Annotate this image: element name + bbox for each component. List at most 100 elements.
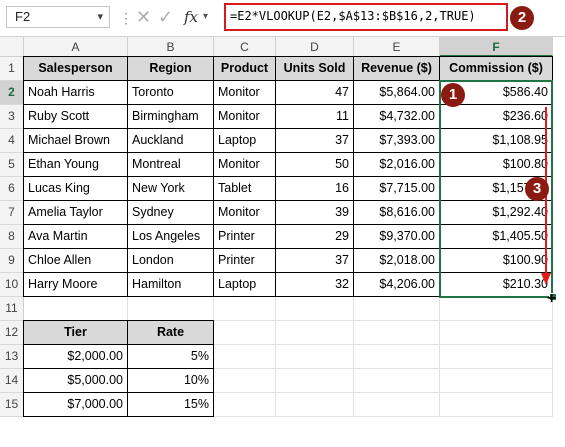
table-cell[interactable]: 29	[275, 224, 354, 249]
table-cell[interactable]: Auckland	[127, 128, 214, 153]
row-header-10[interactable]: 10	[0, 273, 24, 297]
empty-cell[interactable]	[440, 369, 553, 393]
column-header-b[interactable]: B	[128, 37, 214, 57]
table-cell[interactable]: Montreal	[127, 152, 214, 177]
empty-cell[interactable]	[214, 297, 276, 321]
table-cell[interactable]: 15%	[127, 392, 214, 417]
table-cell[interactable]: Ava Martin	[23, 224, 128, 249]
table-cell[interactable]: $210.30	[439, 272, 553, 297]
table-cell[interactable]: 16	[275, 176, 354, 201]
table-cell[interactable]: Tablet	[213, 176, 276, 201]
row-header-5[interactable]: 5	[0, 153, 24, 177]
chevron-down-icon[interactable]: ▾	[97, 7, 103, 27]
row-header-12[interactable]: 12	[0, 321, 24, 345]
formula-input[interactable]: =E2*VLOOKUP(E2,$A$13:$B$16,2,TRUE)	[224, 3, 508, 31]
table-cell[interactable]: 32	[275, 272, 354, 297]
empty-cell[interactable]	[354, 321, 440, 345]
table-cell[interactable]: Los Angeles	[127, 224, 214, 249]
table-header-cell[interactable]: Region	[127, 56, 214, 81]
empty-cell[interactable]	[214, 321, 276, 345]
row-header-2[interactable]: 2	[0, 81, 24, 105]
table-header-cell[interactable]: Salesperson	[23, 56, 128, 81]
table-cell[interactable]: $2,016.00	[353, 152, 440, 177]
table-header-cell[interactable]: Units Sold	[275, 56, 354, 81]
empty-cell[interactable]	[276, 369, 354, 393]
table-cell[interactable]: Laptop	[213, 128, 276, 153]
empty-cell[interactable]	[354, 297, 440, 321]
empty-cell[interactable]	[276, 345, 354, 369]
table-cell[interactable]: Birmingham	[127, 104, 214, 129]
column-header-a[interactable]: A	[24, 37, 128, 57]
empty-cell[interactable]	[214, 345, 276, 369]
table-cell[interactable]: Noah Harris	[23, 80, 128, 105]
table-cell[interactable]: 47	[275, 80, 354, 105]
table-cell[interactable]: Lucas King	[23, 176, 128, 201]
empty-cell[interactable]	[214, 393, 276, 417]
table-header-cell[interactable]: Revenue ($)	[353, 56, 440, 81]
table-header-cell[interactable]: Commission ($)	[439, 56, 553, 81]
empty-cell[interactable]	[276, 297, 354, 321]
empty-cell[interactable]	[354, 369, 440, 393]
table-cell[interactable]: $1,108.95	[439, 128, 553, 153]
name-box[interactable]: F2 ▾	[6, 6, 110, 28]
table-cell[interactable]: New York	[127, 176, 214, 201]
table-cell[interactable]: 5%	[127, 344, 214, 369]
table-cell[interactable]: $1,292.40	[439, 200, 553, 225]
table-cell[interactable]: 10%	[127, 368, 214, 393]
table-cell[interactable]: $1,405.50	[439, 224, 553, 249]
empty-cell[interactable]	[440, 321, 553, 345]
table-cell[interactable]: $8,616.00	[353, 200, 440, 225]
column-header-c[interactable]: C	[214, 37, 276, 57]
table-cell[interactable]: $7,393.00	[353, 128, 440, 153]
empty-cell[interactable]	[354, 345, 440, 369]
empty-cell[interactable]	[440, 297, 553, 321]
row-header-9[interactable]: 9	[0, 249, 24, 273]
column-header-f[interactable]: F	[440, 37, 553, 57]
row-header-14[interactable]: 14	[0, 369, 24, 393]
table-cell[interactable]: Hamilton	[127, 272, 214, 297]
table-cell[interactable]: $2,018.00	[353, 248, 440, 273]
empty-cell[interactable]	[276, 321, 354, 345]
table-cell[interactable]: Harry Moore	[23, 272, 128, 297]
empty-cell[interactable]	[440, 345, 553, 369]
row-header-4[interactable]: 4	[0, 129, 24, 153]
column-header-e[interactable]: E	[354, 37, 440, 57]
empty-cell[interactable]	[440, 393, 553, 417]
table-cell[interactable]: $5,864.00	[353, 80, 440, 105]
table-header-cell[interactable]: Product	[213, 56, 276, 81]
table-cell[interactable]: Laptop	[213, 272, 276, 297]
row-header-13[interactable]: 13	[0, 345, 24, 369]
table-header-cell[interactable]: Tier	[23, 320, 128, 345]
table-cell[interactable]: $5,000.00	[23, 368, 128, 393]
table-cell[interactable]: 50	[275, 152, 354, 177]
table-cell[interactable]: $9,370.00	[353, 224, 440, 249]
table-cell[interactable]: 37	[275, 248, 354, 273]
table-cell[interactable]: $100.90	[439, 248, 553, 273]
empty-cell[interactable]	[214, 369, 276, 393]
enter-icon[interactable]: ✓	[158, 6, 173, 28]
empty-cell[interactable]	[24, 297, 128, 321]
table-cell[interactable]: Toronto	[127, 80, 214, 105]
table-cell[interactable]: Michael Brown	[23, 128, 128, 153]
row-header-3[interactable]: 3	[0, 105, 24, 129]
row-header-7[interactable]: 7	[0, 201, 24, 225]
table-cell[interactable]: $7,715.00	[353, 176, 440, 201]
drag-handle-icon[interactable]: ⋮	[119, 10, 134, 27]
table-cell[interactable]: Monitor	[213, 104, 276, 129]
table-cell[interactable]: Printer	[213, 224, 276, 249]
table-cell[interactable]: $4,732.00	[353, 104, 440, 129]
table-cell[interactable]: Monitor	[213, 200, 276, 225]
row-header-1[interactable]: 1	[0, 57, 24, 81]
table-cell[interactable]: Printer	[213, 248, 276, 273]
table-cell[interactable]: Monitor	[213, 80, 276, 105]
select-all-corner[interactable]	[0, 37, 24, 57]
insert-function-button[interactable]: fx	[184, 7, 198, 27]
row-header-8[interactable]: 8	[0, 225, 24, 249]
table-cell[interactable]: Monitor	[213, 152, 276, 177]
table-cell[interactable]: 37	[275, 128, 354, 153]
table-cell[interactable]: $2,000.00	[23, 344, 128, 369]
table-cell[interactable]: London	[127, 248, 214, 273]
table-cell[interactable]: Ruby Scott	[23, 104, 128, 129]
empty-cell[interactable]	[354, 393, 440, 417]
table-cell[interactable]: Sydney	[127, 200, 214, 225]
